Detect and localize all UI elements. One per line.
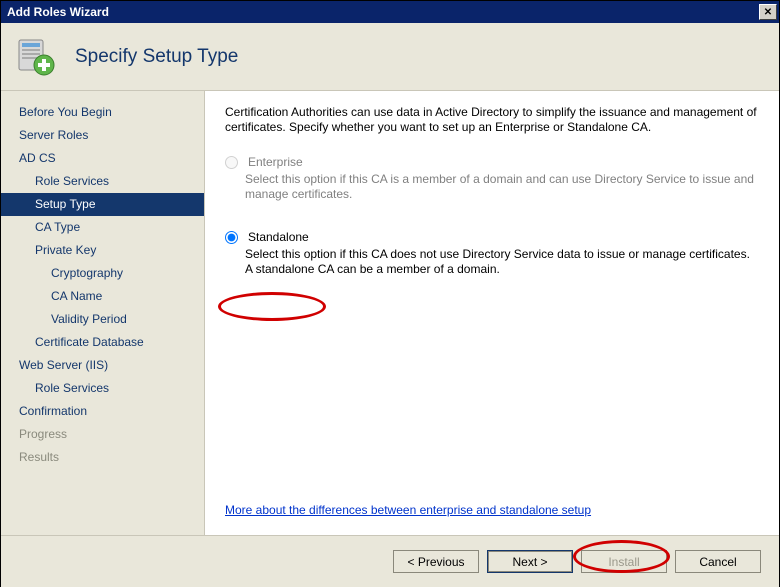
nav-item-certificate-database[interactable]: Certificate Database bbox=[1, 331, 204, 354]
option-standalone: Standalone Select this option if this CA… bbox=[225, 230, 759, 277]
nav-item-setup-type[interactable]: Setup Type bbox=[1, 193, 204, 216]
wizard-footer: < Previous Next > Install Cancel bbox=[1, 535, 779, 587]
install-button[interactable]: Install bbox=[581, 550, 667, 573]
nav-item-private-key[interactable]: Private Key bbox=[1, 239, 204, 262]
option-standalone-label: Standalone bbox=[248, 230, 309, 244]
page-description: Certification Authorities can use data i… bbox=[225, 105, 759, 135]
wizard-header: Specify Setup Type bbox=[1, 23, 779, 91]
nav-item-role-services[interactable]: Role Services bbox=[1, 170, 204, 193]
wizard-nav: Before You BeginServer RolesAD CSRole Se… bbox=[1, 91, 205, 535]
nav-item-results: Results bbox=[1, 446, 204, 469]
nav-item-cryptography[interactable]: Cryptography bbox=[1, 262, 204, 285]
radio-standalone[interactable] bbox=[225, 231, 238, 244]
server-role-icon bbox=[15, 36, 57, 78]
previous-button[interactable]: < Previous bbox=[393, 550, 479, 573]
nav-item-ad-cs[interactable]: AD CS bbox=[1, 147, 204, 170]
nav-item-web-server-iis-[interactable]: Web Server (IIS) bbox=[1, 354, 204, 377]
nav-item-role-services[interactable]: Role Services bbox=[1, 377, 204, 400]
nav-item-confirmation[interactable]: Confirmation bbox=[1, 400, 204, 423]
close-icon: ✕ bbox=[764, 7, 772, 18]
nav-item-ca-name[interactable]: CA Name bbox=[1, 285, 204, 308]
wizard-body: Before You BeginServer RolesAD CSRole Se… bbox=[1, 91, 779, 535]
cancel-button[interactable]: Cancel bbox=[675, 550, 761, 573]
option-enterprise-desc: Select this option if this CA is a membe… bbox=[245, 172, 759, 202]
wizard-content: Certification Authorities can use data i… bbox=[205, 91, 779, 535]
title-bar: Add Roles Wizard ✕ bbox=[1, 1, 779, 23]
close-button[interactable]: ✕ bbox=[759, 4, 777, 20]
nav-item-before-you-begin[interactable]: Before You Begin bbox=[1, 101, 204, 124]
option-enterprise-label: Enterprise bbox=[248, 155, 303, 169]
window-title: Add Roles Wizard bbox=[7, 5, 109, 19]
page-title: Specify Setup Type bbox=[75, 46, 238, 68]
nav-item-server-roles[interactable]: Server Roles bbox=[1, 124, 204, 147]
nav-item-ca-type[interactable]: CA Type bbox=[1, 216, 204, 239]
option-standalone-desc: Select this option if this CA does not u… bbox=[245, 247, 759, 277]
option-enterprise: Enterprise Select this option if this CA… bbox=[225, 155, 759, 202]
nav-item-validity-period[interactable]: Validity Period bbox=[1, 308, 204, 331]
nav-item-progress: Progress bbox=[1, 423, 204, 446]
next-button[interactable]: Next > bbox=[487, 550, 573, 573]
radio-enterprise[interactable] bbox=[225, 156, 238, 169]
help-link[interactable]: More about the differences between enter… bbox=[225, 503, 759, 525]
